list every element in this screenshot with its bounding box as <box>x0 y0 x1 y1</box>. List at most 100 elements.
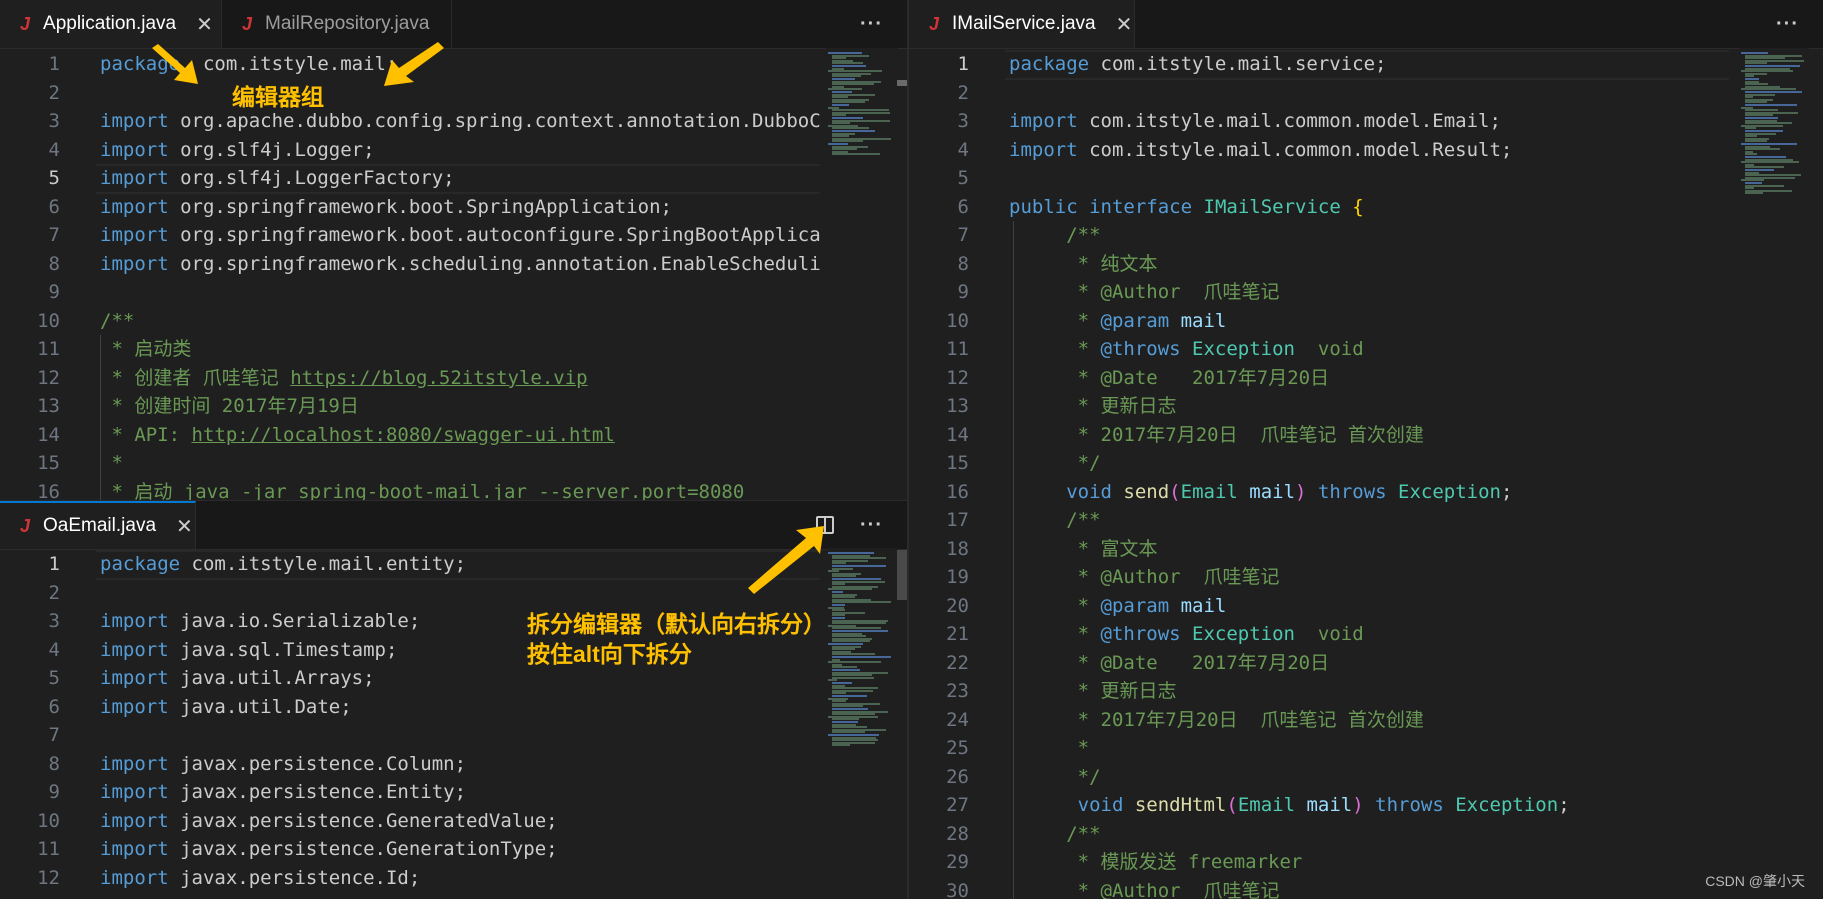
code-text: * <box>100 449 123 478</box>
code-token: javax.persistence.Entity; <box>168 781 467 803</box>
code-token: * 更新日志 <box>1009 395 1177 417</box>
code-text: import org.springframework.boot.autoconf… <box>100 221 821 250</box>
code-token: ( <box>1226 794 1238 816</box>
minimap-line <box>832 153 881 156</box>
vertical-scrollbar[interactable] <box>897 550 907 600</box>
minimap[interactable] <box>1739 48 1809 899</box>
code-token: import <box>100 809 169 832</box>
close-icon[interactable]: ✕ <box>196 12 213 37</box>
line-number: 10 <box>37 809 60 832</box>
code-text: * <box>1009 734 1089 763</box>
annotation-split-line2: 按住alt向下拆分 <box>527 641 692 667</box>
minimap-line <box>832 656 891 658</box>
more-actions-button[interactable]: ··· <box>860 13 883 36</box>
code-token: import <box>100 252 169 275</box>
code-token: mail <box>1180 594 1227 617</box>
more-actions-button[interactable]: ··· <box>860 514 883 537</box>
code-line: 26 */ <box>909 763 1729 792</box>
line-number: 6 <box>48 195 60 218</box>
code-token: import <box>100 167 169 189</box>
code-token: org.springframework.boot.SpringApplicati… <box>168 195 672 218</box>
minimap[interactable] <box>826 48 898 500</box>
code-line: 1 package com.itstyle.mail.entity; <box>0 550 820 579</box>
code-text: * 创建者 爪哇笔记 https://blog.52itstyle.vip <box>100 364 587 393</box>
code-editor[interactable]: 1 package com.itstyle.mail; 2 3 import org.a… <box>0 48 821 501</box>
tab-mailrepository-java[interactable]: J MailRepository.java <box>222 0 452 48</box>
code-token: * @Date 2017年7月20日 <box>1009 651 1330 674</box>
code-line: 22 * @Date 2017年7月20日 <box>909 649 1729 678</box>
line-number: 19 <box>946 566 969 588</box>
line-number: 8 <box>48 752 60 775</box>
code-editor[interactable]: 1 package com.itstyle.mail.service; 2 3 impo… <box>909 48 1729 899</box>
code-line: 5 import org.slf4j.LoggerFactory; <box>0 164 820 193</box>
code-text: * @Author 爪哇笔记 <box>1009 563 1280 592</box>
tab-oaemail-java[interactable]: J OaEmail.java ✕ <box>0 501 196 549</box>
code-text: * @param mail <box>1009 307 1227 336</box>
code-token: * <box>100 452 123 474</box>
code-token: ; <box>1558 794 1570 816</box>
indent-guide <box>1013 221 1014 899</box>
line-number: 17 <box>946 509 969 531</box>
code-token: * 2017年7月20日 爪哇笔记 首次创建 <box>1009 423 1424 446</box>
code-line: 3 import org.apache.dubbo.config.spring.c… <box>0 107 821 136</box>
minimap[interactable] <box>826 548 898 899</box>
code-token: javax.persistence.GenerationType; <box>168 838 558 860</box>
code-token: /** <box>100 309 135 332</box>
code-token: import <box>100 610 169 632</box>
code-token: @throws <box>1100 338 1181 360</box>
code-text: */ <box>1009 449 1101 478</box>
tab-application-java[interactable]: J Application.java ✕ <box>0 0 222 48</box>
code-token: /** <box>1009 224 1101 246</box>
code-token: import <box>100 781 169 803</box>
code-text: import org.slf4j.Logger; <box>100 136 375 165</box>
close-icon[interactable]: ✕ <box>176 514 193 539</box>
line-number: 13 <box>37 395 60 417</box>
line-number: 2 <box>48 81 60 104</box>
code-line: 16 * 启动 java -jar spring-boot-mail.jar -… <box>0 478 820 501</box>
code-line: 1 package com.itstyle.mail; <box>0 50 820 79</box>
code-line: 10 /** <box>0 307 820 336</box>
code-editor[interactable]: 1 package com.itstyle.mail.entity; 2 3 impor… <box>0 548 820 899</box>
line-number: 7 <box>957 224 969 246</box>
code-text: import com.itstyle.mail.common.model.Ema… <box>1009 107 1501 136</box>
code-token: { <box>1352 195 1364 218</box>
line-number: 23 <box>946 680 969 702</box>
line-number: 10 <box>37 309 60 332</box>
code-line: 3 import com.itstyle.mail.common.model.Em… <box>909 107 1729 136</box>
line-number: 14 <box>37 423 60 446</box>
code-token: @throws <box>1100 623 1181 645</box>
code-token: * 富文本 <box>1009 537 1158 560</box>
code-token: * <box>1009 594 1101 617</box>
code-line: 7 import org.springframework.boot.autocon… <box>0 221 821 250</box>
code-text: package com.itstyle.mail; <box>100 50 397 79</box>
code-line: 8 import javax.persistence.Column; <box>0 750 820 779</box>
tab-bar: J OaEmail.java ✕ ··· <box>0 500 907 550</box>
close-icon[interactable]: ✕ <box>1116 12 1133 37</box>
code-token: com.itstyle.mail.common.model.Email; <box>1077 110 1501 132</box>
code-token: send <box>1123 480 1170 503</box>
code-line: 17 /** <box>909 506 1729 535</box>
line-number: 28 <box>946 822 969 845</box>
line-number: 7 <box>48 224 60 246</box>
code-token: Email <box>1180 480 1238 503</box>
code-text: import javax.persistence.Column; <box>100 750 466 779</box>
minimap-line <box>832 744 850 747</box>
java-file-icon: J <box>929 13 940 34</box>
code-text: /** <box>1009 820 1100 849</box>
code-token: */ <box>1009 452 1101 474</box>
java-file-icon: J <box>242 13 253 34</box>
tab-imailservice-java[interactable]: J IMailService.java ✕ <box>909 0 1135 48</box>
line-number: 15 <box>37 452 60 474</box>
line-number: 5 <box>48 167 60 189</box>
code-token: * 模版发送 freemarker <box>1009 851 1303 873</box>
code-token: @param <box>1100 309 1170 332</box>
code-text: * API: http://localhost:8080/swagger-ui.… <box>100 421 615 450</box>
line-number: 11 <box>37 338 60 360</box>
more-actions-button[interactable]: ··· <box>1776 13 1799 36</box>
split-editor-icon[interactable] <box>816 516 835 534</box>
line-number: 12 <box>946 366 969 389</box>
code-token: http://localhost:8080/swagger-ui.html <box>191 423 615 446</box>
vertical-scrollbar[interactable] <box>897 80 907 86</box>
code-text: import javax.persistence.GenerationType; <box>100 835 558 864</box>
